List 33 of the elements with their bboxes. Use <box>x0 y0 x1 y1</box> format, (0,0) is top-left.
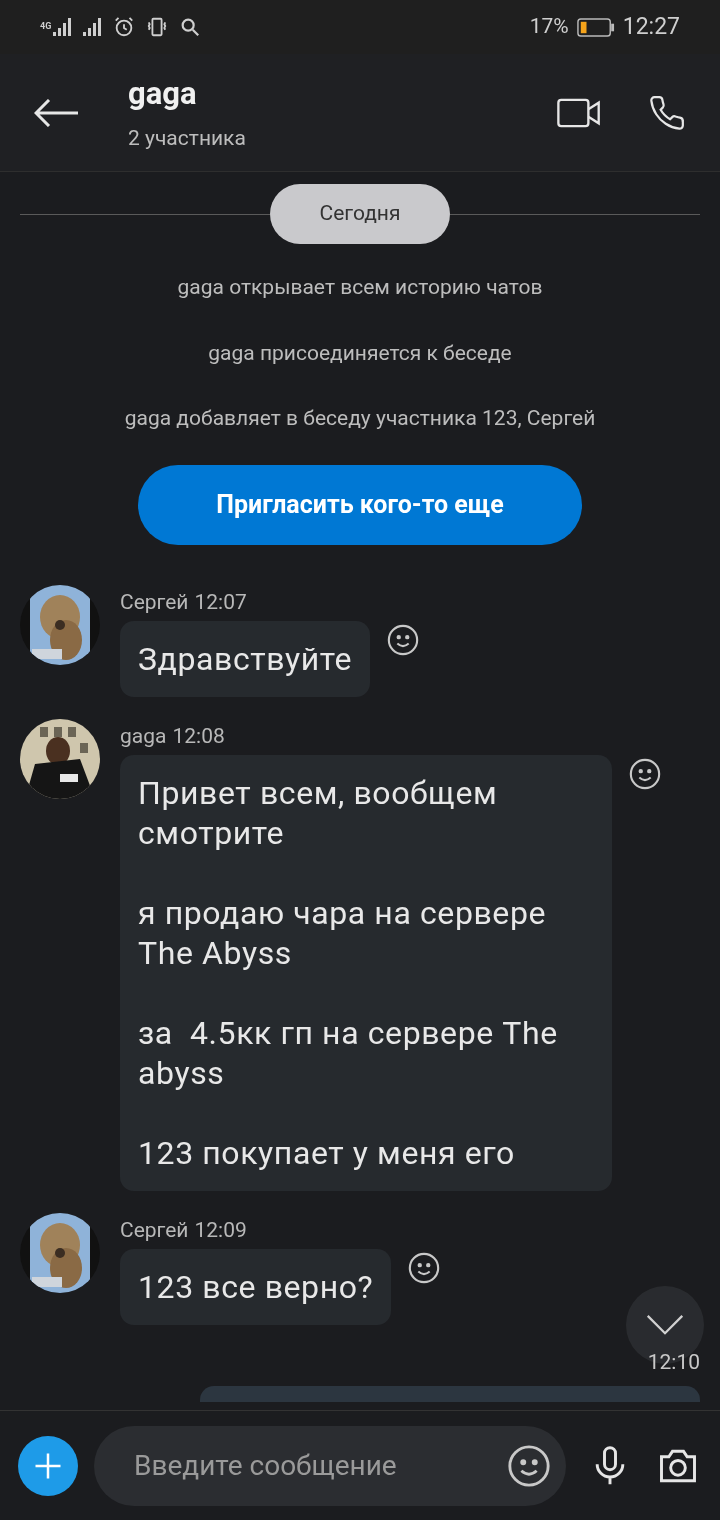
battery-percent: 17% <box>529 13 569 41</box>
smiley-icon[interactable] <box>506 1442 552 1489</box>
message-time: 12:09 <box>194 1216 247 1244</box>
search-icon <box>179 16 202 38</box>
chat-title: gaga <box>128 73 198 114</box>
message-time: 12:08 <box>172 722 225 750</box>
participant-count: 2 участника <box>128 125 247 152</box>
sender-name: Сергей <box>120 588 189 616</box>
signal-icon <box>53 18 74 36</box>
system-message: gaga присоединяется к беседе <box>208 339 512 367</box>
phone-icon[interactable] <box>648 93 686 132</box>
smiley-icon[interactable] <box>386 622 421 657</box>
clock-time: 12:27 <box>622 11 680 42</box>
date-chip: Сегодня <box>269 184 451 244</box>
smiley-icon[interactable] <box>407 1250 442 1285</box>
smiley-icon[interactable] <box>628 756 662 791</box>
chevron-down-icon <box>646 1315 684 1335</box>
message-field[interactable]: Введите сообщение <box>94 1425 566 1506</box>
video-camera-icon[interactable] <box>556 97 602 128</box>
message-bubble: Привет всем, вообщем смотрите я продаю чара на сервере The Abyss за 4.5кк гп на сервере The abyss 123 покупает у меня его <box>120 754 612 1191</box>
sender-name: gaga <box>120 722 167 750</box>
battery-icon <box>576 17 615 37</box>
back-arrow-icon[interactable] <box>34 98 78 127</box>
message-bubble: 123 все верно? <box>120 1248 392 1325</box>
system-message: gaga открывает всем историю чатов <box>177 274 543 301</box>
message-time: 12:07 <box>194 588 247 616</box>
sender-name: Сергей <box>120 1216 189 1244</box>
message-bubble: Здравствуйте <box>120 620 371 697</box>
system-message: gaga добавляет в беседу участника 123, Сергей <box>124 405 596 432</box>
message-time: 12:10 <box>647 1348 700 1376</box>
signal-icon <box>83 18 104 36</box>
invite-button[interactable]: Пригласить кого-то еще <box>138 464 582 545</box>
network-type: 4G <box>40 20 52 34</box>
